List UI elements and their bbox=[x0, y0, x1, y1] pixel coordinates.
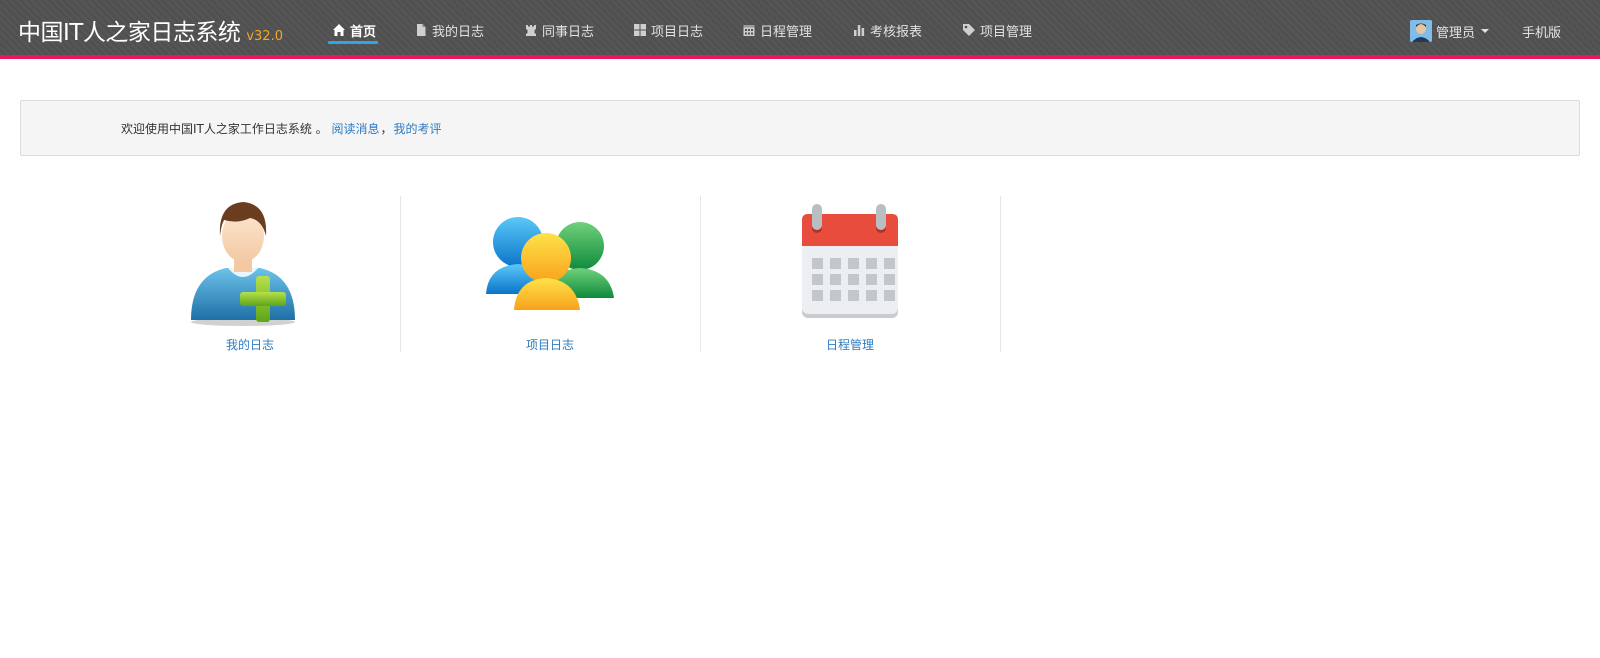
group-icon bbox=[486, 217, 614, 310]
welcome-banner: 欢迎使用中国IT人之家工作日志系统 。 阅读消息，我的考评 bbox=[20, 100, 1580, 156]
chevron-down-icon bbox=[1481, 29, 1490, 33]
nav-item-label: 项目日志 bbox=[651, 24, 704, 40]
top-navbar: 中国IT人之家日志系统 v32.0 首页 我的日志 同事日志 项目日志 日程管理… bbox=[0, 0, 1600, 55]
tile-project-logs[interactable]: 项目日志 bbox=[400, 196, 700, 352]
tile-label[interactable]: 我的日志 bbox=[100, 336, 400, 353]
tile-label[interactable]: 项目日志 bbox=[400, 336, 700, 353]
chess-rook-icon bbox=[526, 25, 536, 36]
nav-item-label: 项目管理 bbox=[980, 24, 1033, 40]
user-add-icon bbox=[191, 202, 295, 326]
nav-item-schedule[interactable]: 日程管理 bbox=[742, 18, 812, 42]
welcome-message: 欢迎使用中国IT人之家工作日志系统 。 阅读消息，我的考评 bbox=[121, 120, 442, 137]
nav-item-project-logs[interactable]: 项目日志 bbox=[633, 18, 703, 42]
navbar-accent-bar bbox=[0, 55, 1600, 59]
app-title[interactable]: 中国IT人之家日志系统 bbox=[18, 13, 241, 47]
nav-item-label: 我的日志 bbox=[432, 24, 485, 40]
user-menu-dropdown[interactable]: 管理员 bbox=[1410, 19, 1490, 43]
welcome-separator: ， bbox=[380, 122, 393, 136]
calendar-icon bbox=[802, 204, 898, 318]
tile-divider bbox=[1000, 196, 1001, 352]
read-messages-link[interactable]: 阅读消息 bbox=[332, 122, 380, 136]
nav-item-reports[interactable]: 考核报表 bbox=[852, 18, 922, 42]
home-icon bbox=[333, 24, 345, 36]
nav-item-label: 同事日志 bbox=[542, 24, 595, 40]
nav-item-colleague-logs[interactable]: 同事日志 bbox=[524, 18, 594, 42]
file-icon bbox=[417, 24, 426, 36]
bar-chart-icon bbox=[854, 25, 865, 36]
nav-item-label: 日程管理 bbox=[760, 24, 813, 40]
tile-my-logs[interactable]: 我的日志 bbox=[100, 196, 400, 352]
nav-item-label: 首页 bbox=[350, 24, 377, 40]
welcome-text: 欢迎使用中国IT人之家工作日志系统 。 bbox=[121, 122, 328, 136]
user-name: 管理员 bbox=[1436, 25, 1476, 41]
brand[interactable]: 中国IT人之家日志系统 v32.0 bbox=[18, 13, 283, 46]
nav-item-project-management[interactable]: 项目管理 bbox=[962, 18, 1032, 42]
grid-icon bbox=[634, 24, 646, 36]
nav-item-my-logs[interactable]: 我的日志 bbox=[414, 18, 484, 42]
nav-item-home[interactable]: 首页 bbox=[327, 18, 379, 44]
user-avatar-icon bbox=[1410, 20, 1432, 42]
calendar-icon bbox=[743, 25, 755, 36]
nav-item-label: 考核报表 bbox=[870, 24, 923, 40]
app-version: v32.0 bbox=[246, 29, 283, 44]
tag-icon bbox=[963, 24, 975, 36]
my-reviews-link[interactable]: 我的考评 bbox=[394, 122, 442, 136]
tile-label[interactable]: 日程管理 bbox=[700, 336, 1000, 353]
tile-schedule[interactable]: 日程管理 bbox=[700, 196, 1000, 352]
mobile-version-link[interactable]: 手机版 bbox=[1522, 19, 1561, 43]
mobile-version-label: 手机版 bbox=[1522, 25, 1562, 41]
